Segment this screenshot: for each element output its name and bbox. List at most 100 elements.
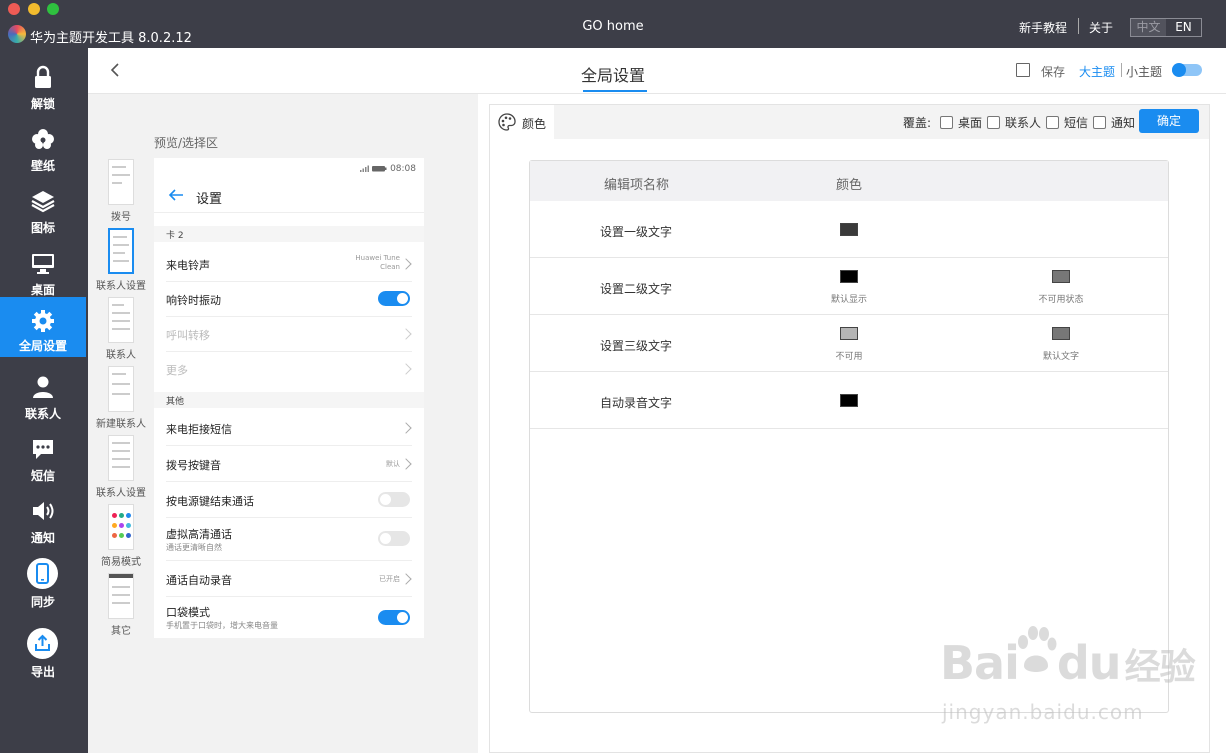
- big-theme-option[interactable]: 大主题: [1079, 63, 1115, 80]
- sidebar-item-export[interactable]: 导出: [0, 626, 86, 686]
- hd-call-toggle[interactable]: [378, 531, 410, 546]
- divider: [154, 212, 424, 213]
- sidebar-item-label: 全局设置: [18, 339, 67, 353]
- title-bar: 华为主题开发工具 8.0.2.12 GO home 新手教程 关于 中文 EN: [0, 0, 1226, 48]
- person-icon: [33, 376, 53, 398]
- row-value: 默认: [386, 460, 400, 468]
- row-power-end-call[interactable]: 按电源键结束通话: [154, 482, 424, 517]
- back-icon[interactable]: [108, 62, 122, 78]
- row-title: 拨号按键音: [166, 459, 221, 472]
- save-icon[interactable]: [1016, 63, 1030, 77]
- thumb-new-contact[interactable]: [108, 366, 134, 412]
- sidebar-item-unlock[interactable]: 解锁: [0, 58, 86, 118]
- row-value: 已开启: [379, 575, 400, 583]
- sidebar-item-desktop[interactable]: 桌面: [0, 244, 86, 304]
- sidebar-item-icons[interactable]: 图标: [0, 182, 86, 242]
- row-pocket-mode[interactable]: 口袋模式 手机置于口袋时，增大来电音量: [154, 597, 424, 638]
- sidebar-item-notification[interactable]: 通知: [0, 492, 86, 552]
- sidebar-item-label: 桌面: [30, 283, 55, 297]
- row-name: 自动录音文字: [600, 396, 673, 410]
- color-swatch[interactable]: [840, 327, 858, 340]
- row-reject-sms[interactable]: 来电拒接短信: [154, 410, 424, 445]
- chevron-right-icon: [400, 258, 412, 270]
- cover-sms-checkbox[interactable]: [1046, 116, 1059, 129]
- row-title: 来电铃声: [166, 259, 210, 272]
- confirm-button[interactable]: 确定: [1139, 109, 1199, 133]
- thumb-label: 简易模式: [101, 557, 141, 568]
- pocket-mode-toggle[interactable]: [378, 610, 410, 625]
- page-title: 全局设置: [581, 66, 646, 85]
- cover-option-label: 短信: [1064, 116, 1089, 130]
- color-swatch[interactable]: [840, 270, 858, 283]
- close-window-button[interactable]: [8, 3, 20, 15]
- watermark-url: jingyan.baidu.com: [942, 700, 1144, 724]
- arrow-left-icon[interactable]: [168, 188, 184, 202]
- color-swatch[interactable]: [1052, 327, 1070, 340]
- maximize-window-button[interactable]: [47, 3, 59, 15]
- lang-zh-button[interactable]: 中文: [1131, 19, 1166, 36]
- export-icon-circle: [27, 628, 58, 659]
- row-dial-tone[interactable]: 拨号按键音 默认: [154, 446, 424, 481]
- row-ringtone[interactable]: 来电铃声 Huawei Tune Clean: [154, 246, 424, 282]
- row-title: 来电拒接短信: [166, 423, 232, 436]
- thumb-contact-settings-2[interactable]: [108, 435, 134, 481]
- chevron-right-icon: [400, 422, 412, 434]
- tutorial-link[interactable]: 新手教程: [1019, 19, 1067, 36]
- column-header-name: 编辑项名称: [604, 178, 670, 193]
- sidebar-item-contacts[interactable]: 联系人: [0, 368, 86, 428]
- power-end-call-toggle[interactable]: [378, 492, 410, 507]
- cover-desktop-checkbox[interactable]: [940, 116, 953, 129]
- paw-icon: [1018, 626, 1057, 672]
- row-name: 设置二级文字: [600, 282, 673, 296]
- row-more[interactable]: 更多: [154, 352, 424, 387]
- thumb-label: 联系人: [106, 350, 136, 361]
- thumb-other[interactable]: [108, 573, 134, 619]
- small-theme-option[interactable]: 小主题: [1126, 63, 1162, 80]
- sidebar-item-label: 图标: [30, 221, 55, 235]
- cover-notification-checkbox[interactable]: [1093, 116, 1106, 129]
- row-call-forward[interactable]: 呼叫转移: [154, 317, 424, 352]
- export-icon: [35, 634, 50, 651]
- signal-battery-icon: [360, 165, 387, 172]
- row-vibrate[interactable]: 响铃时振动: [154, 282, 424, 317]
- tab-color[interactable]: 颜色: [490, 105, 554, 139]
- sidebar-item-label: 导出: [30, 665, 55, 679]
- thumb-label: 新建联系人: [96, 419, 146, 430]
- row-auto-record[interactable]: 通话自动录音 已开启: [154, 561, 424, 596]
- color-swatch[interactable]: [1052, 270, 1070, 283]
- row-hd-call[interactable]: 虚拟高清通话 通话更清晰自然: [154, 518, 424, 560]
- thumb-dialer[interactable]: [108, 159, 134, 205]
- thumb-contact-settings[interactable]: [108, 228, 134, 274]
- sidebar-item-sms[interactable]: 短信: [0, 430, 86, 490]
- color-table: 编辑项名称 颜色 设置一级文字 设置二级文字 默认显示 不可用状态 设置三级文字…: [529, 160, 1169, 713]
- color-swatch[interactable]: [840, 394, 858, 407]
- phone-preview: 08:08 设置 卡 2 来电铃声 Huawei Tune Clean 响铃时振动…: [154, 158, 424, 638]
- lock-icon: [35, 65, 51, 88]
- page-header: 全局设置 保存 大主题 小主题: [88, 48, 1226, 94]
- sidebar-item-wallpaper[interactable]: 壁纸: [0, 120, 86, 180]
- about-link[interactable]: 关于: [1089, 19, 1113, 36]
- theme-toggle[interactable]: [1172, 63, 1202, 77]
- color-swatch[interactable]: [840, 223, 858, 236]
- thumb-simple-mode[interactable]: [108, 504, 134, 550]
- lang-en-button[interactable]: EN: [1166, 19, 1201, 36]
- palette-icon: [498, 113, 516, 131]
- cover-contacts-checkbox[interactable]: [987, 116, 1000, 129]
- phone-icon: [36, 563, 49, 584]
- section-label: 其他: [166, 397, 185, 407]
- thumb-contacts[interactable]: [108, 297, 134, 343]
- theme-divider: [1121, 63, 1122, 77]
- cover-option-label: 通知: [1111, 116, 1136, 130]
- message-icon: [33, 440, 53, 459]
- sidebar-item-global-settings[interactable]: 全局设置: [0, 297, 86, 357]
- minimize-window-button[interactable]: [28, 3, 40, 15]
- sidebar-item-sync[interactable]: 同步: [0, 556, 86, 616]
- row-title: 通话自动录音: [166, 574, 232, 587]
- watermark-logo: Bai du 经验: [940, 636, 1196, 690]
- app-window: 华为主题开发工具 8.0.2.12 GO home 新手教程 关于 中文 EN …: [0, 0, 1226, 753]
- save-button[interactable]: 保存: [1041, 63, 1065, 80]
- vibrate-toggle[interactable]: [378, 291, 410, 306]
- monitor-icon: [32, 254, 54, 274]
- chevron-right-icon: [400, 363, 412, 375]
- row-name: 设置一级文字: [600, 225, 673, 239]
